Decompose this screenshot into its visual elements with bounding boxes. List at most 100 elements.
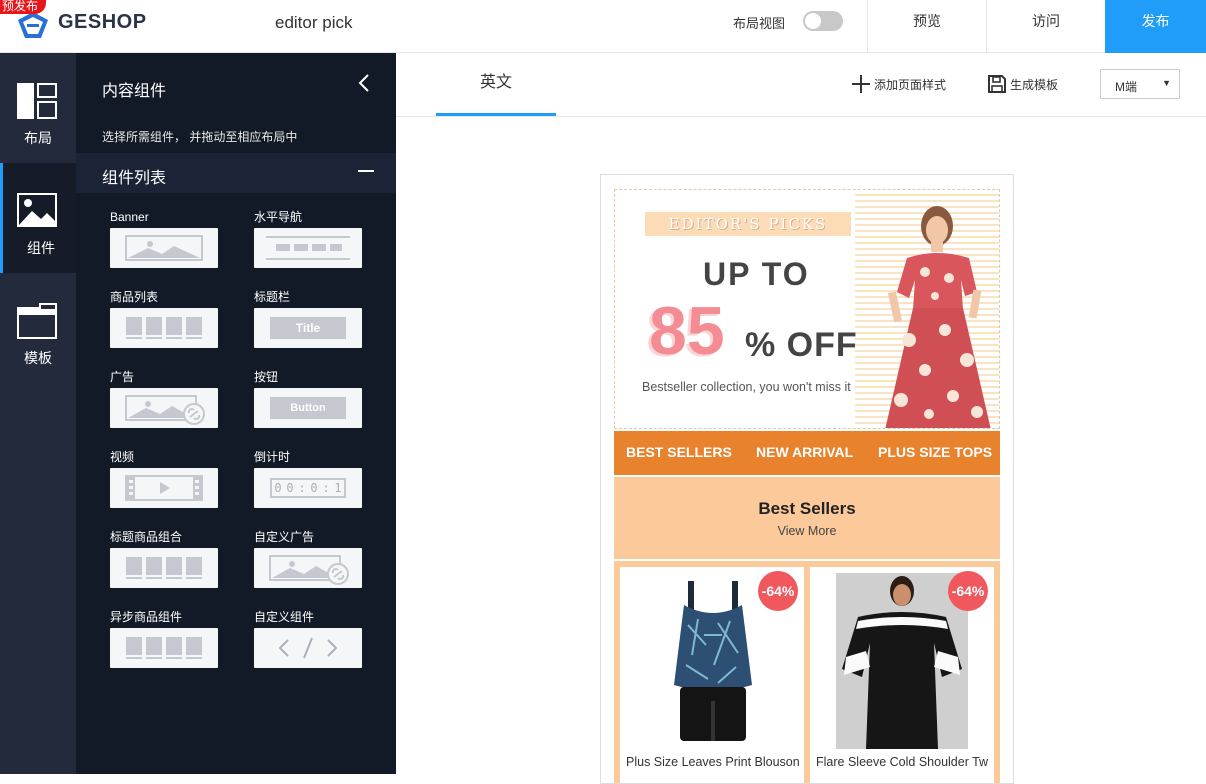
goods-grid: -64% Plus Size Leaves Print Blouson -64%…: [614, 561, 1000, 783]
component-label: 商品列表: [110, 290, 159, 304]
preview-button[interactable]: 预览: [867, 0, 986, 53]
product-image: [836, 573, 968, 749]
template-icon: [17, 303, 57, 339]
pre-publish-badge: 预发布: [0, 0, 46, 14]
component-list-title: 组件列表: [102, 170, 167, 187]
countdown-digit: 0: [310, 481, 318, 495]
visit-button[interactable]: 访问: [986, 0, 1105, 53]
preview-nav-best-sellers[interactable]: BEST SELLERS: [626, 444, 732, 460]
component-product-list[interactable]: 商品列表: [110, 290, 220, 348]
discount-badge: -64%: [948, 571, 988, 611]
generate-template-button[interactable]: 生成模板: [988, 75, 1058, 96]
left-rail: 布局 组件 模板: [0, 53, 76, 774]
add-page-style-label: 添加页面样式: [874, 78, 947, 92]
rail-label-components: 组件: [27, 240, 55, 256]
component-label: 按钮: [254, 370, 279, 384]
page-name: editor pick: [275, 13, 353, 32]
product-list-thumb-icon: [110, 308, 218, 348]
component-banner[interactable]: Banner: [110, 210, 220, 268]
button-thumb-text: Button: [270, 397, 346, 419]
promo-banner[interactable]: EDITOR'S PICKS UP TO 85 % OFF Bestseller…: [614, 189, 1000, 429]
collapse-chevron-icon[interactable]: [358, 73, 370, 99]
title-thumb-text: Title: [270, 317, 346, 339]
plus-icon: [852, 75, 870, 96]
collapse-minus-icon[interactable]: [358, 170, 374, 172]
component-label: 水平导航: [254, 210, 303, 224]
banner-thumb-icon: [110, 228, 218, 268]
code-thumb-icon: [254, 628, 362, 668]
layout-view-toggle[interactable]: [803, 11, 843, 31]
component-video[interactable]: 视频: [110, 450, 220, 508]
component-countdown[interactable]: 倒计时 0 0 : 0 : 1: [254, 450, 364, 508]
view-more-link[interactable]: View More: [614, 524, 1000, 538]
product-name[interactable]: Flare Sleeve Cold Shoulder Tw: [816, 755, 992, 769]
save-icon: [988, 75, 1006, 96]
rail-label-layout: 布局: [24, 130, 52, 146]
best-sellers-section: Best Sellers View More: [614, 477, 1000, 559]
countdown-colon: :: [322, 481, 330, 495]
rail-label-templates: 模板: [24, 350, 52, 366]
component-button[interactable]: 按钮 Button: [254, 370, 364, 428]
component-custom[interactable]: 自定义组件: [254, 610, 364, 668]
component-panel: 内容组件 选择所需组件， 并拖动至相应布局中 组件列表 Banner 水平导航 …: [76, 53, 396, 774]
banner-number: 85: [649, 293, 725, 369]
rail-item-layout[interactable]: 布局: [0, 53, 76, 163]
component-label: 倒计时: [254, 450, 291, 464]
component-ad[interactable]: 广告: [110, 370, 220, 428]
component-custom-ad[interactable]: 自定义广告: [254, 530, 364, 588]
custom-ad-thumb-icon: [254, 548, 362, 588]
rail-item-templates[interactable]: 模板: [0, 273, 76, 383]
countdown-thumb: 0 0 : 0 : 1: [254, 468, 362, 508]
preview-nav-bar: BEST SELLERS NEW ARRIVAL PLUS SIZE TOPS: [614, 431, 1000, 475]
countdown-digits: 0 0 : 0 : 1: [270, 478, 346, 498]
component-async-goods[interactable]: 异步商品组件: [110, 610, 220, 668]
countdown-digit: 0: [286, 481, 294, 495]
product-name[interactable]: Plus Size Leaves Print Blouson: [626, 755, 802, 769]
combo-thumb-icon: [110, 548, 218, 588]
component-title-goods-combo[interactable]: 标题商品组合: [110, 530, 220, 588]
panel-hint: 选择所需组件， 并拖动至相应布局中: [102, 130, 298, 144]
product-image: [674, 581, 752, 741]
publish-button[interactable]: 发布: [1105, 0, 1206, 53]
product-card[interactable]: -64% Flare Sleeve Cold Shoulder Tw: [810, 567, 994, 783]
component-label: 标题商品组合: [110, 530, 183, 544]
component-label: 视频: [110, 450, 135, 464]
generate-template-label: 生成模板: [1010, 78, 1059, 92]
top-bar: 预发布 GESHOP editor pick 布局视图 预览 访问 发布: [0, 0, 1206, 53]
layout-icon: [17, 83, 57, 119]
component-horizontal-nav[interactable]: 水平导航: [254, 210, 364, 268]
async-goods-thumb-icon: [110, 628, 218, 668]
image-icon: [17, 193, 57, 227]
brand-name: GESHOP: [58, 11, 147, 33]
section-title: Best Sellers: [758, 499, 856, 518]
ad-thumb-icon: [110, 388, 218, 428]
component-list-header[interactable]: 组件列表: [76, 153, 396, 193]
preview-nav-new-arrival[interactable]: NEW ARRIVAL: [756, 444, 853, 460]
editor-canvas: 英文 添加页面样式 生成模板 M端 EDITOR'S PICKS UP TO 8…: [396, 53, 1206, 784]
banner-subtitle: Bestseller collection, you won't miss it: [642, 380, 851, 394]
model-image: [885, 206, 991, 428]
geshop-logo-icon: [18, 12, 48, 38]
component-title-bar[interactable]: 标题栏 Title: [254, 290, 364, 348]
tab-english[interactable]: 英文: [436, 53, 556, 116]
banner-tag: EDITOR'S PICKS: [645, 212, 851, 236]
component-label: 广告: [110, 370, 135, 384]
countdown-colon: :: [298, 481, 306, 495]
mobile-preview: EDITOR'S PICKS UP TO 85 % OFF Bestseller…: [600, 174, 1014, 784]
layout-view-label: 布局视图: [733, 16, 786, 31]
banner-off: % OFF: [745, 326, 858, 364]
banner-up-to: UP TO: [703, 256, 810, 292]
product-card[interactable]: -64% Plus Size Leaves Print Blouson: [620, 567, 804, 783]
countdown-digit: 0: [274, 481, 282, 495]
canvas-toolbar: 英文 添加页面样式 生成模板 M端: [396, 53, 1206, 117]
component-label: Banner: [110, 210, 149, 224]
panel-title: 内容组件: [102, 83, 167, 100]
video-thumb-icon: [110, 468, 218, 508]
device-select[interactable]: M端: [1100, 69, 1180, 99]
countdown-digit: 1: [334, 481, 342, 495]
add-page-style-button[interactable]: 添加页面样式: [852, 75, 946, 96]
component-label: 异步商品组件: [110, 610, 183, 624]
preview-nav-plus-size[interactable]: PLUS SIZE TOPS: [878, 444, 992, 460]
rail-item-components[interactable]: 组件: [0, 163, 76, 273]
component-label: 自定义组件: [254, 610, 315, 624]
